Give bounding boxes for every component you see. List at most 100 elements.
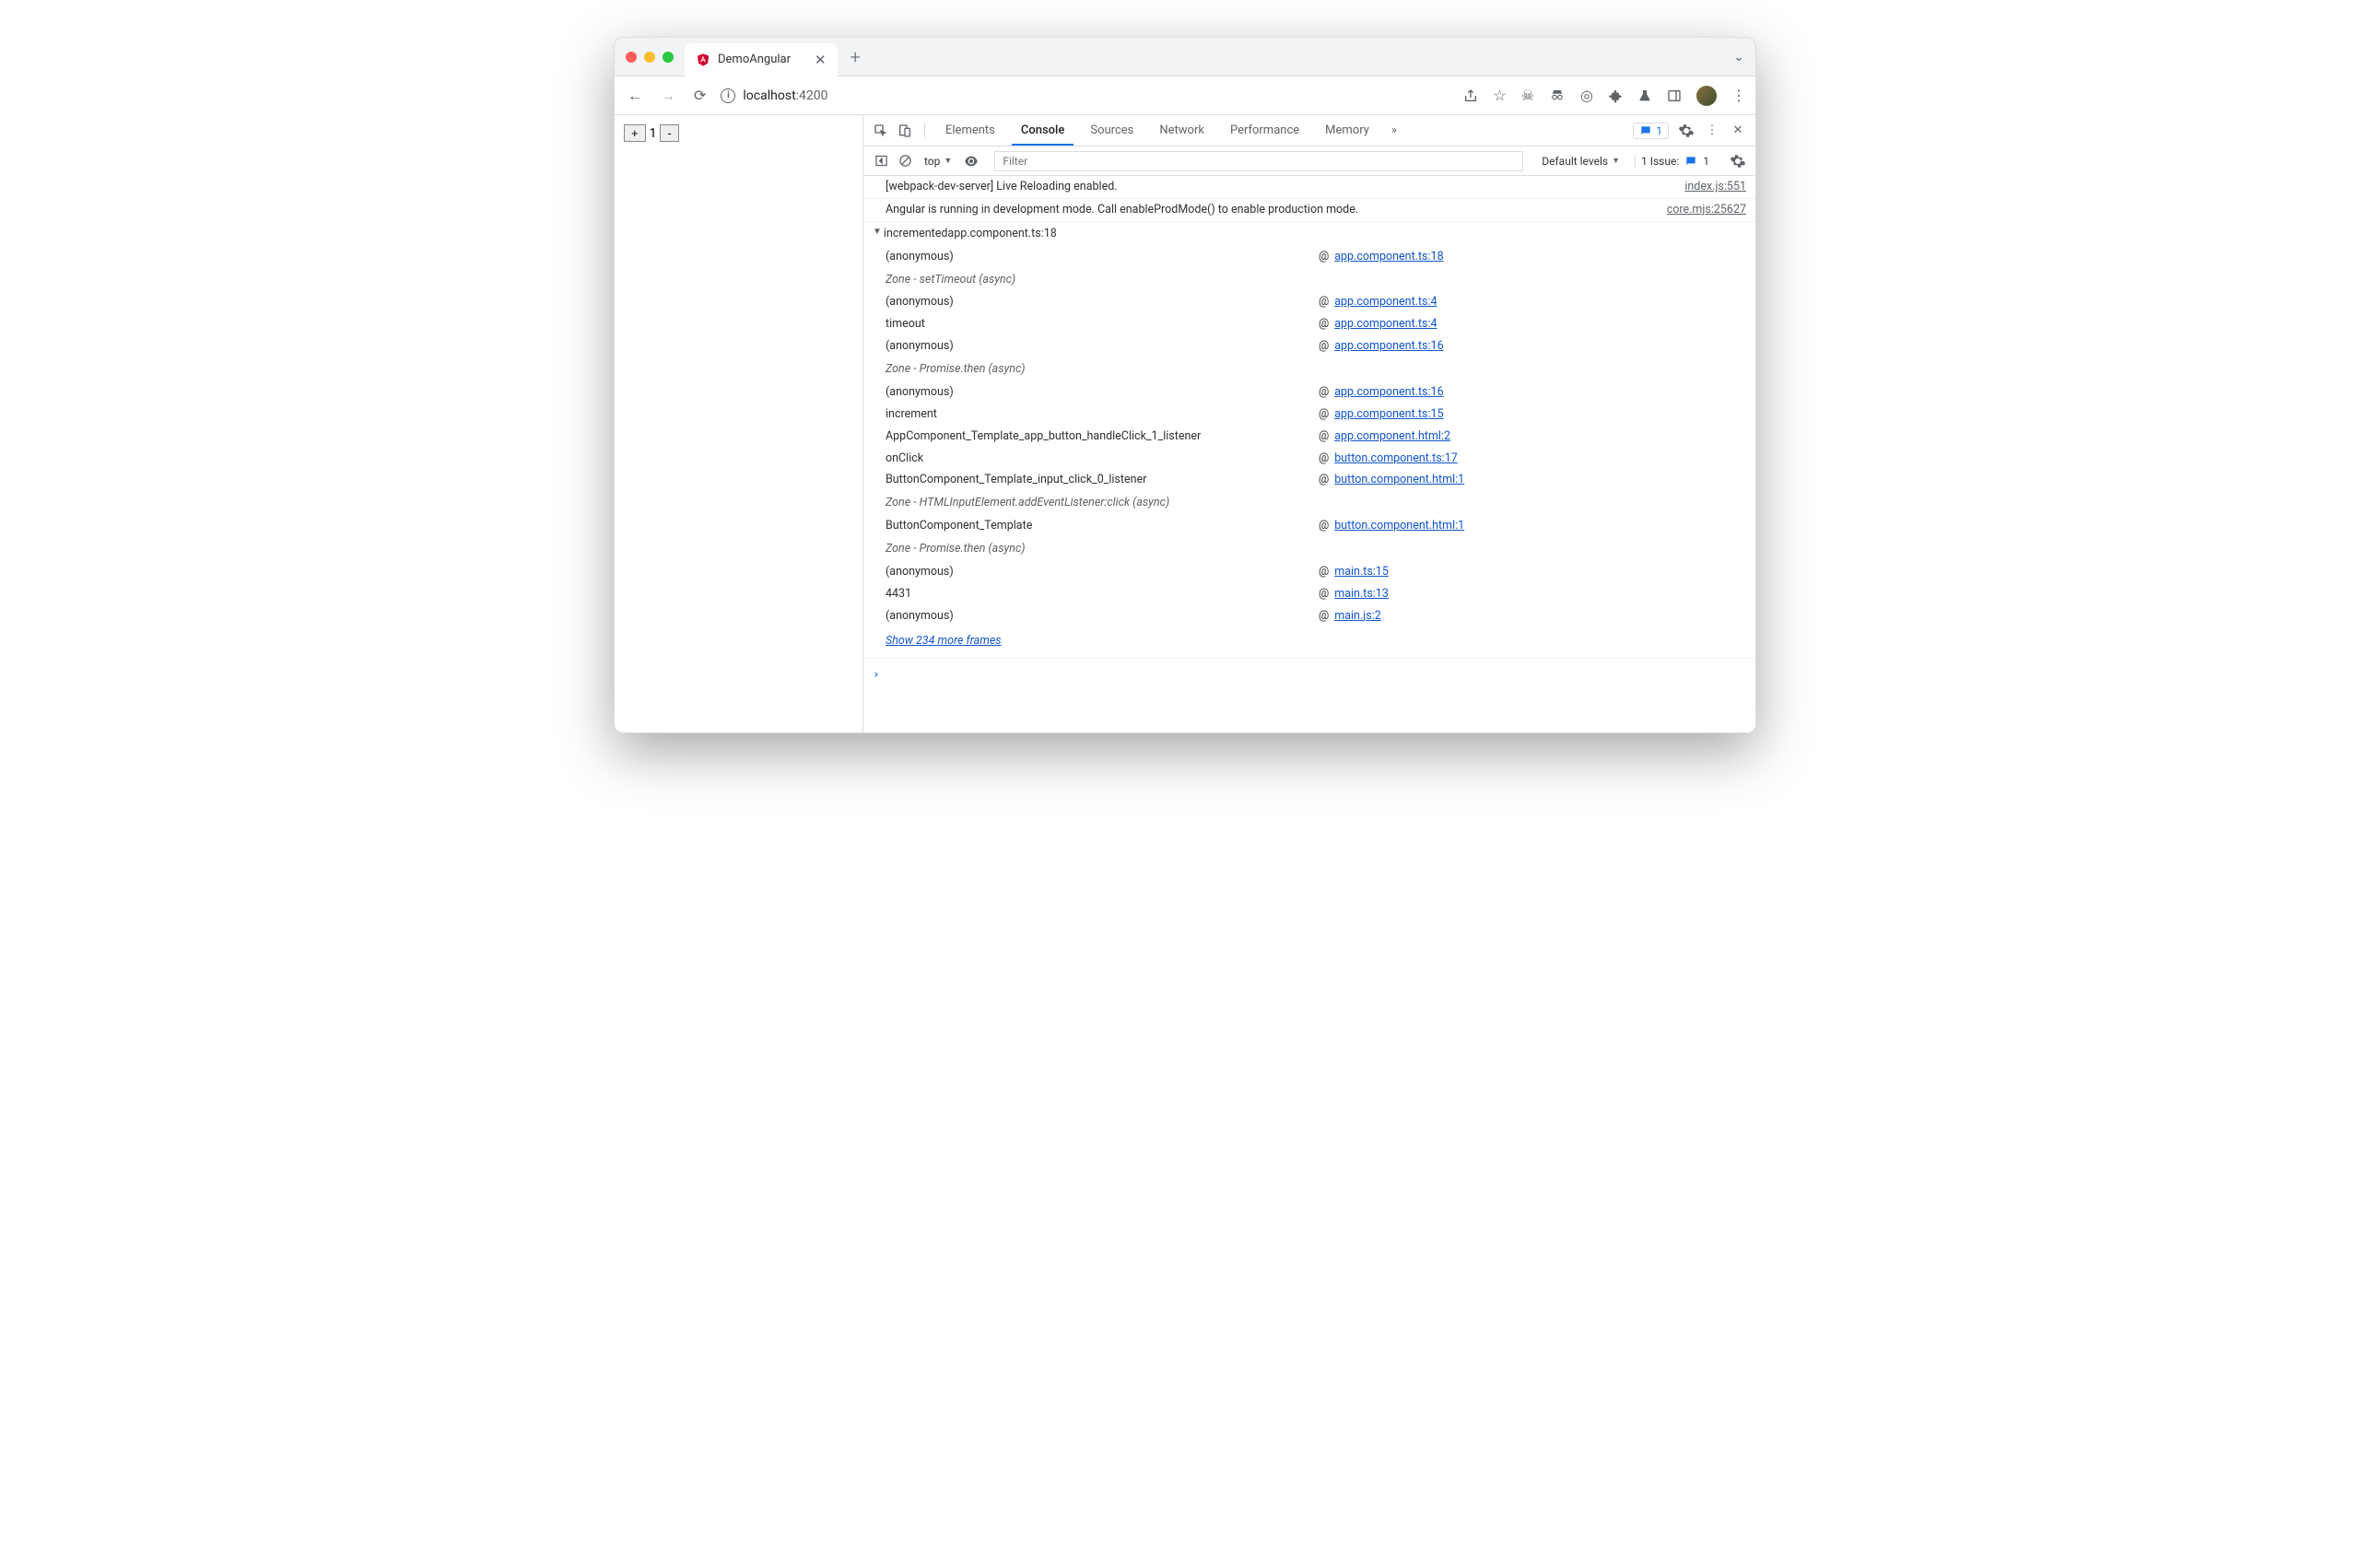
at-symbol: @ (1319, 606, 1329, 626)
frame-function: timeout (886, 314, 1319, 334)
console-settings-icon[interactable] (1730, 153, 1746, 170)
tab-sources[interactable]: Sources (1081, 116, 1143, 145)
at-symbol: @ (1319, 516, 1329, 536)
stack-frame: onClick@button.component.ts:17 (886, 448, 1755, 470)
tab-network[interactable]: Network (1150, 116, 1214, 145)
trace-source-link[interactable]: app.component.ts:18 (947, 224, 1056, 244)
increment-button[interactable]: + (624, 124, 646, 142)
extension-skull-icon[interactable]: ☠ (1521, 87, 1534, 104)
frame-source-link[interactable]: app.component.html:2 (1334, 427, 1450, 447)
levels-selector[interactable]: Default levels▼ (1538, 155, 1624, 168)
tab-console[interactable]: Console (1012, 116, 1074, 146)
url-port: :4200 (796, 88, 828, 103)
at-symbol: @ (1319, 314, 1329, 334)
toolbar-icons: ☆ ☠ ◎ ⋮ (1463, 86, 1746, 106)
browser-tab[interactable]: DemoAngular ✕ (685, 43, 838, 76)
share-icon[interactable] (1463, 88, 1478, 103)
stack-frame: (anonymous)@main.js:2 (886, 605, 1755, 627)
close-devtools-icon[interactable]: ✕ (1730, 123, 1746, 139)
issues-indicator[interactable]: 1 Issue: 1 (1635, 155, 1715, 168)
incognito-icon[interactable] (1549, 88, 1566, 104)
stack-frame: AppComponent_Template_app_button_handleC… (886, 426, 1755, 448)
stack-frame: (anonymous)@app.component.ts:18 (886, 246, 1755, 268)
frame-function: (anonymous) (886, 606, 1319, 626)
url-input[interactable]: i localhost:4200 (721, 88, 1452, 103)
filter-input[interactable] (994, 151, 1523, 171)
bookmark-icon[interactable]: ☆ (1493, 87, 1506, 104)
at-symbol: @ (1319, 584, 1329, 604)
collapse-icon[interactable]: ▼ (873, 224, 882, 244)
panel-icon[interactable] (1667, 88, 1682, 103)
window-controls (626, 52, 674, 63)
tab-title: DemoAngular (718, 53, 791, 66)
frame-source-link[interactable]: app.component.ts:4 (1334, 292, 1437, 312)
frame-source-link[interactable]: app.component.ts:4 (1334, 314, 1437, 334)
console-output: [webpack-dev-server] Live Reloading enab… (863, 176, 1755, 732)
frame-source-link[interactable]: app.component.ts:15 (1334, 404, 1443, 425)
site-info-icon[interactable]: i (721, 88, 735, 103)
labs-icon[interactable] (1637, 88, 1652, 103)
settings-icon[interactable] (1678, 123, 1695, 139)
close-window-icon[interactable] (626, 52, 637, 63)
devtools-menu-icon[interactable]: ⋮ (1704, 123, 1720, 139)
tab-performance[interactable]: Performance (1221, 116, 1308, 145)
tab-elements[interactable]: Elements (936, 116, 1004, 145)
at-symbol: @ (1319, 336, 1329, 357)
console-toolbar: top▼ Default levels▼ 1 Issue: 1 (863, 146, 1755, 176)
extension-target-icon[interactable]: ◎ (1580, 87, 1593, 104)
inspect-icon[interactable] (873, 123, 889, 139)
new-tab-button[interactable]: + (851, 46, 861, 68)
frame-source-link[interactable]: main.ts:15 (1334, 562, 1389, 582)
frame-function: (anonymous) (886, 562, 1319, 582)
back-button[interactable]: ← (624, 83, 646, 109)
frame-source-link[interactable]: main.ts:13 (1334, 584, 1389, 604)
extensions-icon[interactable] (1608, 88, 1623, 103)
stack-frame: (anonymous)@app.component.ts:4 (886, 291, 1755, 313)
tabs-menu-icon[interactable]: ⌄ (1733, 50, 1744, 64)
clear-console-icon[interactable] (897, 153, 913, 170)
frame-function: 4431 (886, 584, 1319, 604)
live-expression-icon[interactable] (963, 153, 980, 170)
frame-source-link[interactable]: button.component.html:1 (1334, 470, 1464, 490)
frame-source-link[interactable]: app.component.ts:16 (1334, 382, 1443, 403)
at-symbol: @ (1319, 449, 1329, 469)
close-tab-icon[interactable]: ✕ (815, 52, 827, 68)
decrement-button[interactable]: - (660, 124, 678, 142)
address-bar: ← → ⟳ i localhost:4200 ☆ ☠ ◎ ⋮ (615, 76, 1755, 115)
show-more-frames[interactable]: Show 234 more frames (886, 627, 1755, 657)
context-selector[interactable]: top▼ (921, 155, 956, 168)
more-tabs-icon[interactable]: » (1386, 123, 1402, 139)
log-message: Angular is running in development mode. … (886, 200, 1656, 220)
device-toggle-icon[interactable] (897, 123, 913, 139)
frame-function: (anonymous) (886, 336, 1319, 357)
frame-source-link[interactable]: app.component.ts:16 (1334, 336, 1443, 357)
titlebar: DemoAngular ✕ + ⌄ (615, 38, 1755, 76)
log-source-link[interactable]: index.js:551 (1673, 177, 1746, 197)
toggle-sidebar-icon[interactable] (873, 153, 889, 170)
tab-memory[interactable]: Memory (1316, 116, 1379, 145)
stack-trace: ▼ incremented app.component.ts:18 (anony… (863, 222, 1755, 660)
browser-window: DemoAngular ✕ + ⌄ ← → ⟳ i localhost:4200… (614, 37, 1756, 733)
counter-value: 1 (646, 126, 661, 141)
stack-frame: 4431@main.ts:13 (886, 583, 1755, 605)
stack-frame: increment@app.component.ts:15 (886, 404, 1755, 426)
stack-frame: (anonymous)@main.ts:15 (886, 561, 1755, 583)
frame-function: increment (886, 404, 1319, 425)
log-source-link[interactable]: core.mjs:25627 (1656, 200, 1746, 220)
frame-source-link[interactable]: app.component.ts:18 (1334, 247, 1443, 267)
minimize-window-icon[interactable] (644, 52, 655, 63)
console-prompt[interactable]: › (863, 659, 1755, 691)
messages-badge[interactable]: 1 (1633, 123, 1669, 139)
trace-header[interactable]: ▼ incremented app.component.ts:18 (863, 222, 1755, 246)
devtools-panel: Elements Console Sources Network Perform… (863, 115, 1755, 732)
devtools-tabbar: Elements Console Sources Network Perform… (863, 115, 1755, 146)
trace-label: incremented (884, 224, 948, 244)
profile-avatar[interactable] (1696, 86, 1717, 106)
browser-menu-icon[interactable]: ⋮ (1731, 87, 1746, 104)
at-symbol: @ (1319, 292, 1329, 312)
reload-button[interactable]: ⟳ (690, 83, 710, 108)
frame-source-link[interactable]: main.js:2 (1334, 606, 1381, 626)
frame-source-link[interactable]: button.component.html:1 (1334, 516, 1464, 536)
maximize-window-icon[interactable] (663, 52, 674, 63)
frame-source-link[interactable]: button.component.ts:17 (1334, 449, 1458, 469)
